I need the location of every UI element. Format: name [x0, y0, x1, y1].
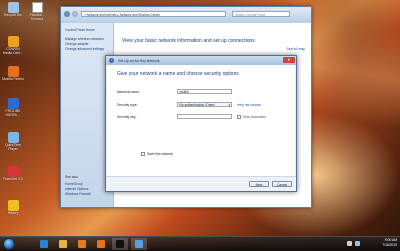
control-panel-icon — [135, 240, 143, 248]
desktop-icon-label: QuickTime Player — [4, 143, 22, 151]
network-name-input[interactable]: testfull — [177, 89, 232, 94]
save-network-checkbox[interactable] — [141, 152, 145, 156]
sidebar-item-wireless[interactable]: Manage wireless networks — [65, 37, 104, 41]
taskbar-app-firefox[interactable] — [93, 238, 109, 250]
sidebar-item-home[interactable]: Control Panel Home — [65, 28, 95, 32]
security-type-value: No authentication (Open) — [179, 103, 216, 107]
desktop-icon-label: History — [7, 211, 19, 215]
security-type-label: Security type: — [117, 103, 138, 107]
media-player-icon — [78, 240, 86, 248]
desktop-icon-firefox[interactable]: Mozilla Firefox — [2, 66, 24, 82]
network-name-label: Network name: — [117, 90, 140, 94]
firefox-icon — [97, 240, 105, 248]
taskbar-app-explorer[interactable] — [55, 238, 71, 250]
maximize-icon[interactable]: □ — [285, 1, 295, 8]
network-tray-icon[interactable] — [355, 241, 360, 246]
ie-icon — [40, 240, 48, 248]
back-arrow-icon[interactable]: ‹ — [109, 58, 114, 63]
dialog-title: Set Up an Ad Hoc Network — [118, 58, 160, 63]
taskbar-app-ie[interactable] — [36, 238, 52, 250]
quicktime-icon — [7, 132, 19, 143]
save-network-label: Save this network — [147, 152, 174, 156]
history-icon — [7, 200, 19, 211]
window-titlebar: ‹ › « Network and Internet ▸ Network and… — [61, 2, 311, 23]
minimize-icon[interactable]: – — [275, 1, 285, 8]
desktop-icon-label: Mozilla Firefox — [2, 77, 24, 81]
address-bar[interactable]: « Network and Internet ▸ Network and Sha… — [81, 11, 226, 17]
flashget-icon — [7, 166, 19, 177]
prolink-icon — [7, 98, 19, 109]
desktop-icon-quicktime[interactable]: QuickTime Player — [2, 132, 24, 152]
cancel-button[interactable]: Cancel — [272, 180, 292, 187]
sidebar-item-advanced[interactable]: Change advanced settings — [65, 47, 104, 51]
desktop-icon-cowon[interactable]: COWON Media Cent... — [2, 36, 24, 56]
desktop-icon-history[interactable]: History — [2, 200, 24, 216]
taskbar-app-control-panel[interactable] — [131, 238, 147, 250]
dialog-body: Give your network a name and choose secu… — [107, 65, 295, 177]
firefox-icon — [7, 66, 19, 77]
taskbar-app-command-prompt[interactable] — [112, 238, 128, 250]
desktop-icon-prolink[interactable]: PROLINK HSDPA ... — [2, 98, 24, 118]
desktop-icon-label: Recycle Bin — [4, 13, 22, 17]
cowon-icon — [7, 36, 19, 47]
dialog-heading: Give your network a name and choose secu… — [117, 71, 239, 77]
next-button[interactable]: Next — [249, 180, 269, 187]
system-clock[interactable]: 9:00 AM 7/16/2010 — [382, 238, 397, 248]
back-arrow-icon[interactable]: ‹ — [64, 11, 70, 17]
desktop-icon-label: Pasoftar - Shortcut — [29, 13, 45, 21]
see-also-internet-options[interactable]: Internet Options — [65, 187, 88, 191]
security-key-label: Security key: — [117, 115, 137, 119]
sidebar-item-adapter[interactable]: Change adapter — [65, 42, 89, 46]
see-also-header: See also — [65, 175, 78, 179]
desktop-icon-label: FlashGet 3.3 — [3, 177, 23, 181]
taskbar-app-media-player[interactable] — [74, 238, 90, 250]
shortcut-icon — [31, 2, 43, 13]
desktop-icon-label: COWON Media Cent... — [2, 47, 24, 55]
dialog-footer: Next Cancel — [106, 176, 296, 191]
volume-tray-icon[interactable] — [347, 241, 352, 246]
see-full-map-link[interactable]: See full map — [287, 47, 305, 51]
see-also-firewall[interactable]: Windows Firewall — [65, 192, 91, 196]
chevron-down-icon: ▾ — [228, 103, 230, 107]
dialog-titlebar: ‹ Set Up an Ad Hoc Network ✕ — [106, 56, 296, 65]
start-button[interactable] — [3, 238, 15, 250]
security-key-input[interactable] — [177, 114, 232, 119]
security-type-select[interactable]: No authentication (Open) ▾ — [177, 102, 232, 107]
desktop-icon-shortcut[interactable]: Pasoftar - Shortcut — [26, 2, 48, 22]
search-input[interactable]: Search Control Panel — [232, 11, 290, 17]
explorer-icon — [59, 240, 67, 248]
page-title: View your basic network information and … — [122, 38, 255, 44]
hide-characters-label: Hide characters — [243, 115, 267, 119]
clock-date: 7/16/2010 — [382, 243, 397, 247]
recycle-bin-icon — [7, 2, 19, 13]
see-also-homegroup[interactable]: HomeGroup — [65, 182, 83, 186]
forward-arrow-icon[interactable]: › — [72, 11, 78, 17]
desktop-icon-label: PROLINK HSDPA ... — [5, 109, 21, 117]
close-icon[interactable]: ✕ — [283, 57, 295, 63]
desktop-icon-recycle-bin[interactable]: Recycle Bin — [2, 2, 24, 18]
taskbar: 9:00 AM 7/16/2010 — [0, 236, 400, 251]
desktop-icon-flashget[interactable]: FlashGet 3.3 — [2, 166, 24, 182]
hide-characters-checkbox[interactable] — [237, 115, 241, 119]
adhoc-network-dialog[interactable]: ‹ Set Up an Ad Hoc Network ✕ Give your n… — [105, 55, 297, 192]
help-me-choose-link[interactable]: Help me choose — [237, 103, 261, 107]
command-prompt-icon — [116, 240, 124, 248]
